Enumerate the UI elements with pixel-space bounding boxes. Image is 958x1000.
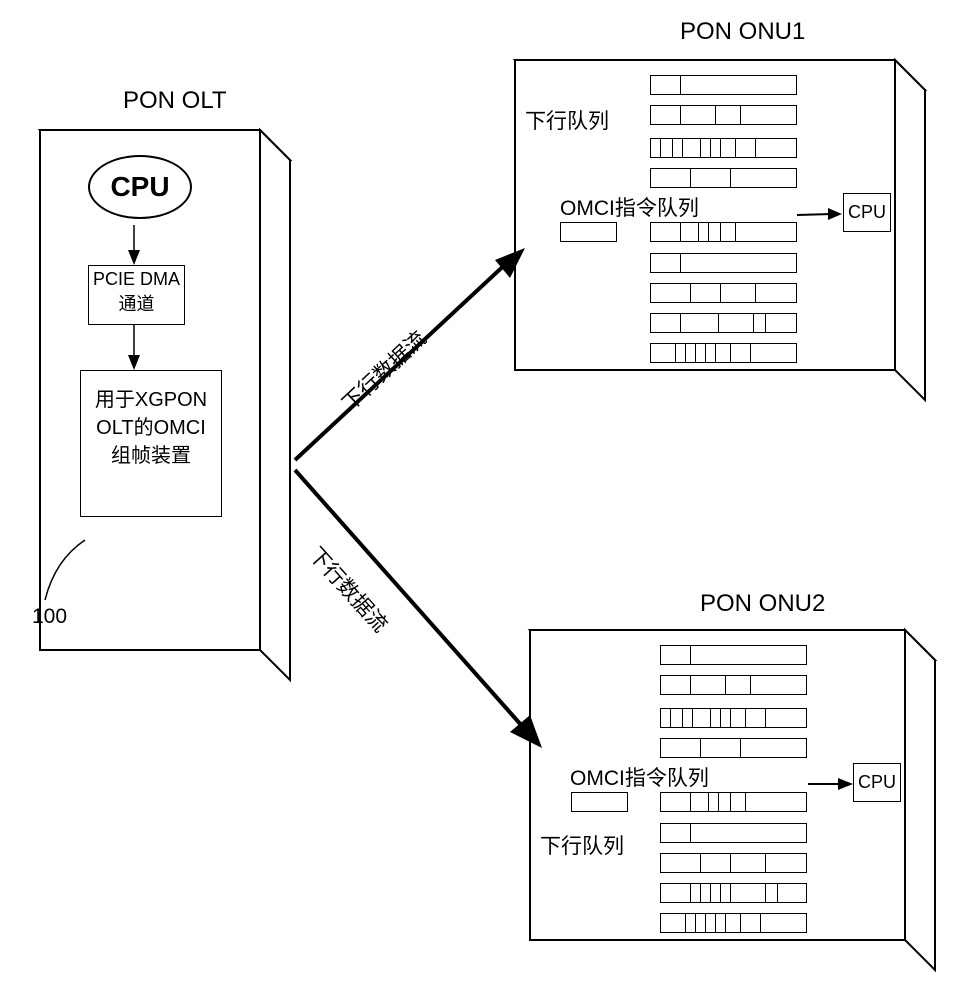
pcie-dma-box: PCIE DMA 通道 [88, 265, 185, 325]
onu2-queue-8 [660, 913, 807, 933]
onu1-queue-1 [650, 75, 797, 95]
flow-label-onu1: 下行数据流 [335, 323, 432, 417]
onu1-queue-5 [650, 253, 797, 273]
onu2-queue-2 [660, 675, 807, 695]
onu1-queue-8 [650, 343, 797, 363]
onu2-queue-6 [660, 853, 807, 873]
onu1-omci-label: OMCI指令队列 [560, 192, 699, 222]
onu1-queue-4 [650, 168, 797, 188]
onu2-queue-5 [660, 823, 807, 843]
onu1-queue-6 [650, 283, 797, 303]
onu2-cpu: CPU [853, 763, 901, 802]
ref-100: 100 [32, 605, 67, 629]
onu2-omci-label: OMCI指令队列 [570, 762, 709, 792]
onu2-queue-label: 下行队列 [540, 830, 624, 860]
onu2-queue-1 [660, 645, 807, 665]
onu1-title: PON ONU1 [680, 18, 805, 46]
olt-cpu: CPU [88, 155, 192, 219]
onu2-queue-3 [660, 708, 807, 728]
onu1-queue-label: 下行队列 [525, 105, 609, 135]
olt-title: PON OLT [123, 87, 227, 115]
onu1-queue-2 [650, 105, 797, 125]
onu2-title: PON ONU2 [700, 590, 825, 618]
omci-framing-device: 用于XGPON OLT的OMCI 组帧装置 [80, 370, 222, 517]
onu1-queue-7 [650, 313, 797, 333]
onu2-queue-omci [660, 792, 807, 812]
flow-label-onu2: 下行数据流 [303, 540, 396, 638]
onu1-omci-queue-box [560, 222, 617, 242]
onu2-omci-queue-box [571, 792, 628, 812]
onu1-queue-omci [650, 222, 797, 242]
onu2-queue-7 [660, 883, 807, 903]
onu1-queue-3 [650, 138, 797, 158]
onu1-cpu: CPU [843, 193, 891, 232]
onu2-queue-4 [660, 738, 807, 758]
